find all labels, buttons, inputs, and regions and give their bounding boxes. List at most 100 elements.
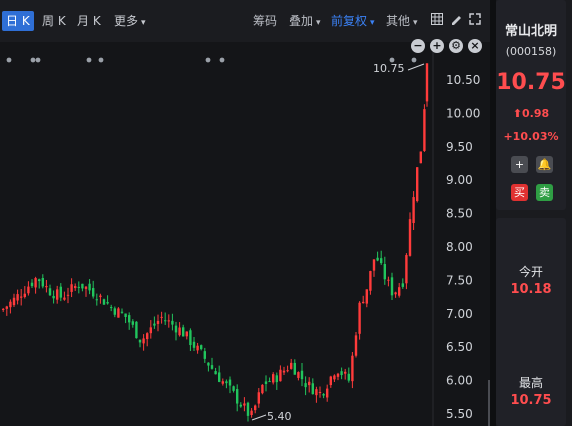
candle-body bbox=[74, 286, 77, 289]
close-icon[interactable]: × bbox=[468, 39, 482, 53]
candle-body bbox=[149, 327, 152, 334]
expand-icon[interactable] bbox=[468, 13, 482, 27]
alert-bell-icon[interactable]: 🔔 bbox=[536, 156, 553, 173]
tab-monthly-k[interactable]: 月 K bbox=[73, 11, 105, 31]
annotations: 10.75 5.40 bbox=[251, 62, 425, 423]
candle-body bbox=[30, 282, 34, 287]
candle-body bbox=[243, 403, 246, 406]
remove-indicator-icon[interactable]: − bbox=[411, 39, 425, 53]
candle-body bbox=[84, 286, 88, 289]
candle-body bbox=[290, 362, 293, 369]
grid-icon[interactable] bbox=[430, 13, 444, 27]
candle-body bbox=[218, 372, 221, 382]
candle-body bbox=[52, 295, 55, 299]
price-tick: 7.00 bbox=[446, 307, 473, 321]
candle-body bbox=[372, 259, 376, 271]
candle-body bbox=[138, 339, 142, 343]
candle-body bbox=[254, 405, 257, 411]
chips-button[interactable]: 筹码 bbox=[253, 11, 277, 31]
candle-body bbox=[354, 335, 358, 356]
candle-body bbox=[268, 381, 271, 383]
tab-weekly-k[interactable]: 周 K bbox=[38, 11, 70, 31]
quote-card: 常山北明 (000158) 10.75 ⬆0.98 +10.03% + 🔔 买 … bbox=[496, 0, 566, 210]
candle-body bbox=[311, 383, 314, 395]
chart-toolbar: 日 K 周 K 月 K 更多 ▾ 筹码 叠加 ▾ 前复权 ▾ 其他 ▾ bbox=[0, 0, 490, 42]
candle-body bbox=[358, 302, 361, 334]
candle-body bbox=[200, 345, 203, 350]
candle-body bbox=[221, 381, 224, 384]
event-marker-dot bbox=[219, 57, 225, 63]
candles bbox=[2, 63, 429, 422]
candle-body bbox=[2, 308, 5, 310]
candle-body bbox=[164, 320, 167, 322]
candle-body bbox=[225, 381, 228, 384]
candle-body bbox=[38, 279, 41, 282]
candle-body bbox=[102, 299, 106, 305]
candle-body bbox=[419, 151, 422, 164]
overlay-button[interactable]: 叠加 ▾ bbox=[289, 11, 321, 31]
candle-body bbox=[412, 197, 415, 224]
chevron-down-icon: ▾ bbox=[413, 18, 418, 28]
price-change-value: 0.98 bbox=[522, 107, 550, 120]
other-label: 其他 bbox=[386, 14, 411, 28]
candle-body bbox=[398, 287, 401, 296]
candle-body bbox=[77, 286, 80, 288]
candle-body bbox=[315, 389, 318, 396]
price-axis: 10.50 10.00 9.50 9.00 8.50 8.00 7.50 7.00 6.50 6.… bbox=[446, 73, 480, 421]
add-watchlist-icon[interactable]: + bbox=[511, 156, 528, 173]
candle-body bbox=[120, 311, 124, 313]
candle-body bbox=[131, 321, 134, 325]
candle-body bbox=[56, 289, 59, 300]
candle-body bbox=[128, 315, 131, 323]
candlestick-chart[interactable]: 10.50 10.00 9.50 9.00 8.50 8.00 7.50 7.00 6.50 6.… bbox=[0, 52, 490, 426]
candle-body bbox=[423, 109, 426, 151]
candle-body bbox=[196, 345, 199, 351]
candle-body bbox=[362, 301, 365, 304]
price-tick: 8.00 bbox=[446, 240, 473, 254]
draw-pen-icon[interactable] bbox=[449, 13, 463, 27]
settings-icon[interactable]: ⚙ bbox=[449, 39, 463, 53]
candle-body bbox=[228, 379, 232, 386]
candle-body bbox=[405, 255, 408, 284]
candle-body bbox=[27, 286, 30, 294]
buy-button[interactable]: 买 bbox=[511, 184, 528, 201]
candle-body bbox=[9, 301, 12, 308]
candle-body bbox=[261, 384, 264, 394]
candle-body bbox=[59, 286, 62, 298]
candle-body bbox=[236, 389, 239, 404]
high-value: 10.75 bbox=[510, 393, 552, 408]
candle-body bbox=[214, 371, 217, 375]
event-marker-dot bbox=[86, 57, 92, 63]
candle-body bbox=[171, 320, 174, 325]
sell-button[interactable]: 卖 bbox=[536, 184, 553, 201]
candle-body bbox=[23, 293, 26, 297]
add-indicator-icon[interactable]: + bbox=[430, 39, 444, 53]
price-change-pct: +10.03% bbox=[503, 130, 559, 143]
candle-body bbox=[286, 370, 289, 372]
candle-body bbox=[95, 299, 98, 301]
low-annotation: 5.40 bbox=[267, 410, 292, 423]
candle-body bbox=[182, 327, 185, 337]
adjust-mode-label: 前复权 bbox=[331, 14, 368, 28]
high-label: 最高 bbox=[518, 376, 543, 390]
last-price: 10.75 bbox=[496, 70, 566, 95]
candle-body bbox=[167, 320, 170, 322]
low-pointer bbox=[251, 414, 267, 421]
event-marker-dot bbox=[6, 57, 12, 63]
candle-body bbox=[300, 370, 304, 380]
candle-body bbox=[160, 316, 163, 318]
candle-body bbox=[135, 321, 138, 339]
candle-body bbox=[257, 392, 260, 404]
tab-more-label: 更多 bbox=[114, 14, 139, 28]
adjust-mode-button[interactable]: 前复权 ▾ bbox=[331, 11, 375, 31]
candle-body bbox=[322, 394, 325, 396]
candle-body bbox=[110, 307, 113, 309]
tab-daily-k[interactable]: 日 K bbox=[2, 11, 34, 31]
candle-body bbox=[106, 302, 109, 304]
candle-body bbox=[146, 333, 149, 340]
candle-body bbox=[156, 320, 160, 324]
tab-more[interactable]: 更多 ▾ bbox=[110, 11, 150, 31]
price-tick: 9.50 bbox=[446, 140, 473, 154]
other-button[interactable]: 其他 ▾ bbox=[386, 11, 418, 31]
event-markers bbox=[6, 57, 417, 63]
